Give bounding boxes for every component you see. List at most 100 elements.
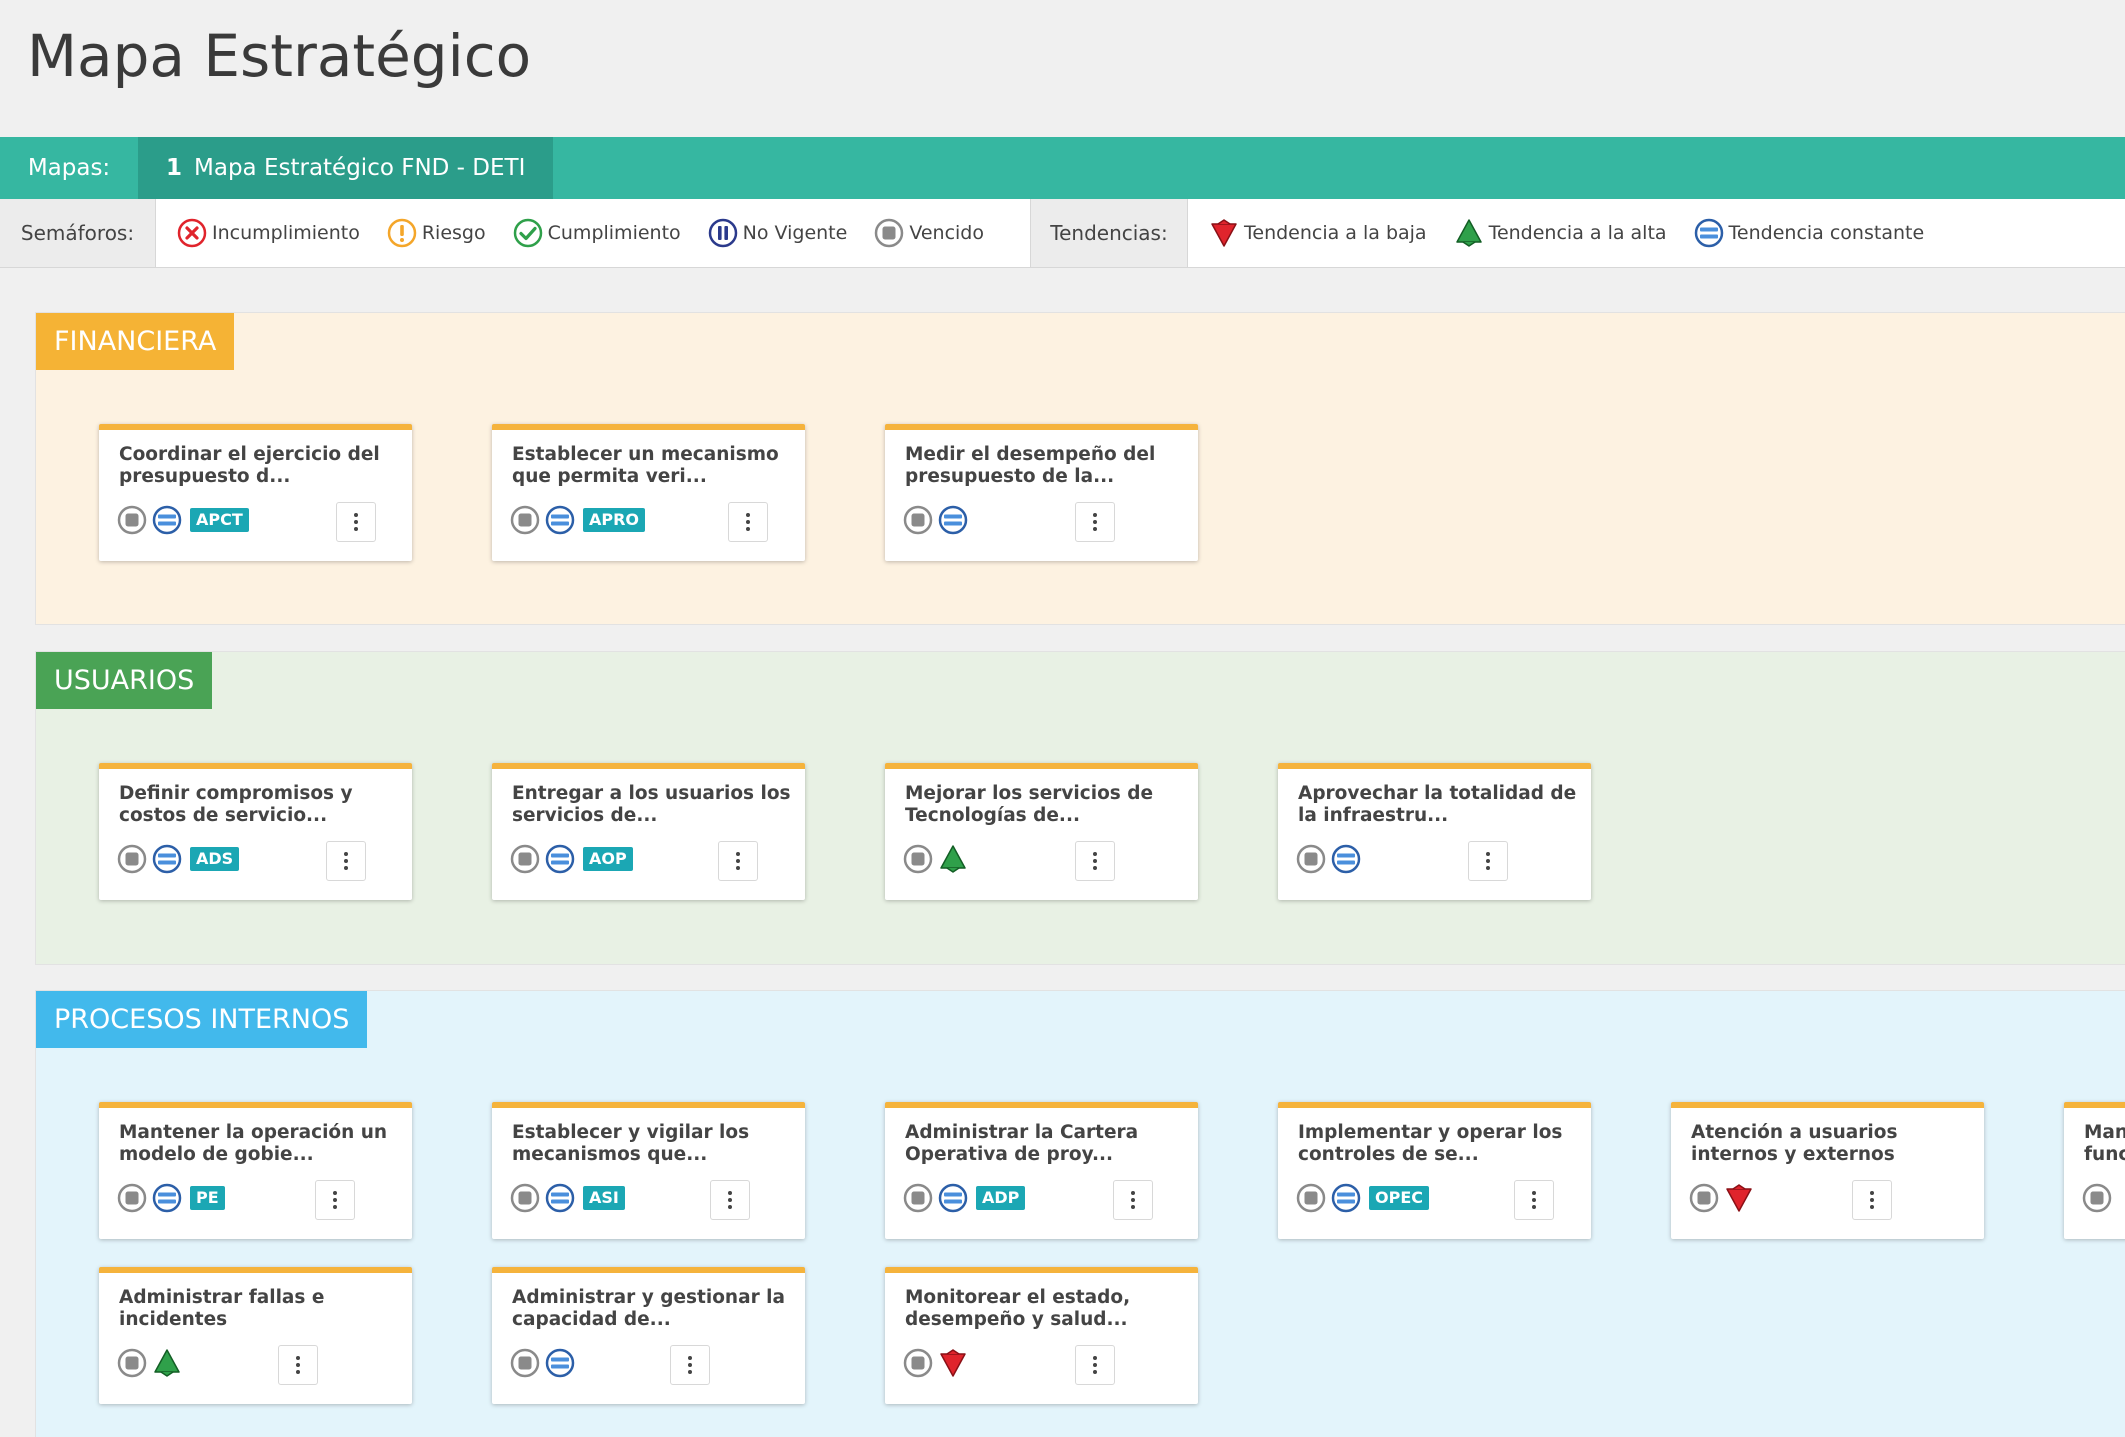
card-indicators (509, 1347, 576, 1379)
page-title: Mapa Estratégico (27, 22, 532, 90)
semaforos-legend: Incumplimiento Riesgo Cumplimiento No Vi… (156, 199, 1030, 267)
card-indicators: APRO (509, 504, 646, 536)
objective-card[interactable]: Establecer y vigilar los mecanismos que.… (492, 1102, 805, 1239)
card-menu-button[interactable] (710, 1180, 750, 1220)
objective-card[interactable]: Monitorear el estado, desempeño y salud.… (885, 1267, 1198, 1404)
card-menu-button[interactable] (728, 502, 768, 542)
card-indicators (902, 504, 969, 536)
objective-title: Monitorear el estado, desempeño y salud.… (905, 1287, 1131, 1330)
card-menu-button[interactable] (718, 841, 758, 881)
vencido-icon (117, 1348, 147, 1378)
objective-card[interactable]: Medir el desempeño del presupuesto de la… (885, 424, 1198, 561)
objective-card[interactable]: Entregar a los usuarios los servicios de… (492, 763, 805, 900)
trend-constant-icon (1694, 218, 1723, 248)
objective-card[interactable]: Establecer un mecanismo que permita veri… (492, 424, 805, 561)
kebab-menu-icon (1093, 513, 1097, 531)
objective-card[interactable]: Administrar la Cartera Operativa de proy… (885, 1102, 1198, 1239)
objective-title: Mejorar los servicios de Tecnologías de.… (905, 783, 1154, 826)
maps-bar: Mapas: 1 Mapa Estratégico FND - DETI (0, 137, 2125, 199)
area-badge: APRO (583, 508, 646, 532)
maps-label: Mapas: (27, 155, 111, 181)
card-menu-button[interactable] (1514, 1180, 1554, 1220)
section-usuarios-header: USUARIOS (36, 652, 213, 709)
card-indicators: AOP (509, 843, 633, 875)
trend-constant-icon (1331, 1183, 1361, 1213)
objective-card[interactable]: Administrar y gestionar la capacidad de.… (492, 1267, 805, 1404)
area-badge: OPEC (1369, 1186, 1429, 1210)
card-menu-button[interactable] (1075, 502, 1115, 542)
objective-title: Atención a usuarios internos y externos (1691, 1122, 1898, 1165)
card-menu-button[interactable] (1113, 1180, 1153, 1220)
vencido-icon (510, 505, 540, 535)
trend-constant-icon (152, 1183, 182, 1213)
card-indicators (1688, 1182, 1755, 1214)
card-menu-button[interactable] (1075, 841, 1115, 881)
objective-card[interactable]: Atención a usuarios internos y externos (1671, 1102, 1984, 1239)
legend-no-vigente: No Vigente (707, 217, 847, 249)
objective-title: Administrar y gestionar la capacidad de.… (512, 1287, 785, 1330)
card-indicators: ASI (509, 1182, 625, 1214)
vencido-icon (117, 505, 147, 535)
area-badge: PE (190, 1186, 225, 1210)
objective-card[interactable]: Mejorar los servicios de Tecnologías de.… (885, 763, 1198, 900)
objective-title: Administrar la Cartera Operativa de proy… (905, 1122, 1139, 1165)
objective-card[interactable]: Mant funci (2064, 1102, 2125, 1239)
trend-constant-icon (545, 844, 575, 874)
legend-trend-constant: Tendencia constante (1693, 217, 1924, 249)
kebab-menu-icon (1093, 852, 1097, 870)
card-menu-button[interactable] (1075, 1345, 1115, 1385)
section-usuarios: USUARIOS Definir compromisos y costos de… (35, 651, 2125, 965)
objective-title: Administrar fallas e incidentes (119, 1287, 325, 1330)
objective-card[interactable]: Definir compromisos y costos de servicio… (99, 763, 412, 900)
card-indicators (2081, 1182, 2113, 1214)
card-menu-button[interactable] (1468, 841, 1508, 881)
tendencias-legend: Tendencia a la baja Tendencia a la alta … (1188, 199, 1970, 267)
card-menu-button[interactable] (315, 1180, 355, 1220)
kebab-menu-icon (746, 513, 750, 531)
objective-card[interactable]: Mantener la operación un modelo de gobie… (99, 1102, 412, 1239)
trend-down-icon (1726, 1184, 1752, 1212)
objective-title: Implementar y operar los controles de se… (1298, 1122, 1563, 1165)
card-menu-button[interactable] (326, 841, 366, 881)
card-menu-button[interactable] (670, 1345, 710, 1385)
objective-card[interactable]: Administrar fallas e incidentes (99, 1267, 412, 1404)
card-indicators: OPEC (1295, 1182, 1429, 1214)
objective-title: Coordinar el ejercicio del presupuesto d… (119, 444, 380, 487)
legend-cumplimiento: Cumplimiento (512, 217, 681, 249)
objective-card[interactable]: Coordinar el ejercicio del presupuesto d… (99, 424, 412, 561)
legend-riesgo: Riesgo (386, 217, 486, 249)
vencido-icon (2082, 1183, 2112, 1213)
vencido-icon (903, 844, 933, 874)
no-vigente-icon (708, 218, 737, 248)
legend-cumplimiento-label: Cumplimiento (547, 222, 681, 244)
legend-trend-down-label: Tendencia a la baja (1244, 222, 1427, 244)
vencido-icon (903, 505, 933, 535)
card-indicators: ADP (902, 1182, 1026, 1214)
map-tab-1[interactable]: 1 Mapa Estratégico FND - DETI (138, 137, 554, 199)
area-badge: APCT (190, 508, 249, 532)
objective-title: Entregar a los usuarios los servicios de… (512, 783, 791, 826)
vencido-icon (1296, 844, 1326, 874)
card-indicators (1295, 843, 1362, 875)
objective-title: Establecer un mecanismo que permita veri… (512, 444, 779, 487)
card-menu-button[interactable] (336, 502, 376, 542)
trend-constant-icon (545, 505, 575, 535)
trend-constant-icon (152, 505, 182, 535)
legend-trend-down: Tendencia a la baja (1208, 217, 1427, 249)
map-tab-label: Mapa Estratégico FND - DETI (194, 155, 526, 181)
tendencias-label: Tendencias: (1030, 199, 1188, 267)
vencido-icon (875, 218, 904, 248)
objective-title: Establecer y vigilar los mecanismos que.… (512, 1122, 750, 1165)
kebab-menu-icon (1870, 1191, 1874, 1209)
trend-up-icon (1455, 219, 1482, 247)
kebab-menu-icon (1131, 1191, 1135, 1209)
objective-card[interactable]: Implementar y operar los controles de se… (1278, 1102, 1591, 1239)
trend-constant-icon (545, 1348, 575, 1378)
legend-incumplimiento: Incumplimiento (176, 217, 360, 249)
vencido-icon (117, 1183, 147, 1213)
objective-card[interactable]: Aprovechar la totalidad de la infraestru… (1278, 763, 1591, 900)
card-indicators (902, 1347, 969, 1379)
map-tab-number: 1 (166, 155, 183, 181)
card-menu-button[interactable] (1852, 1180, 1892, 1220)
card-menu-button[interactable] (278, 1345, 318, 1385)
